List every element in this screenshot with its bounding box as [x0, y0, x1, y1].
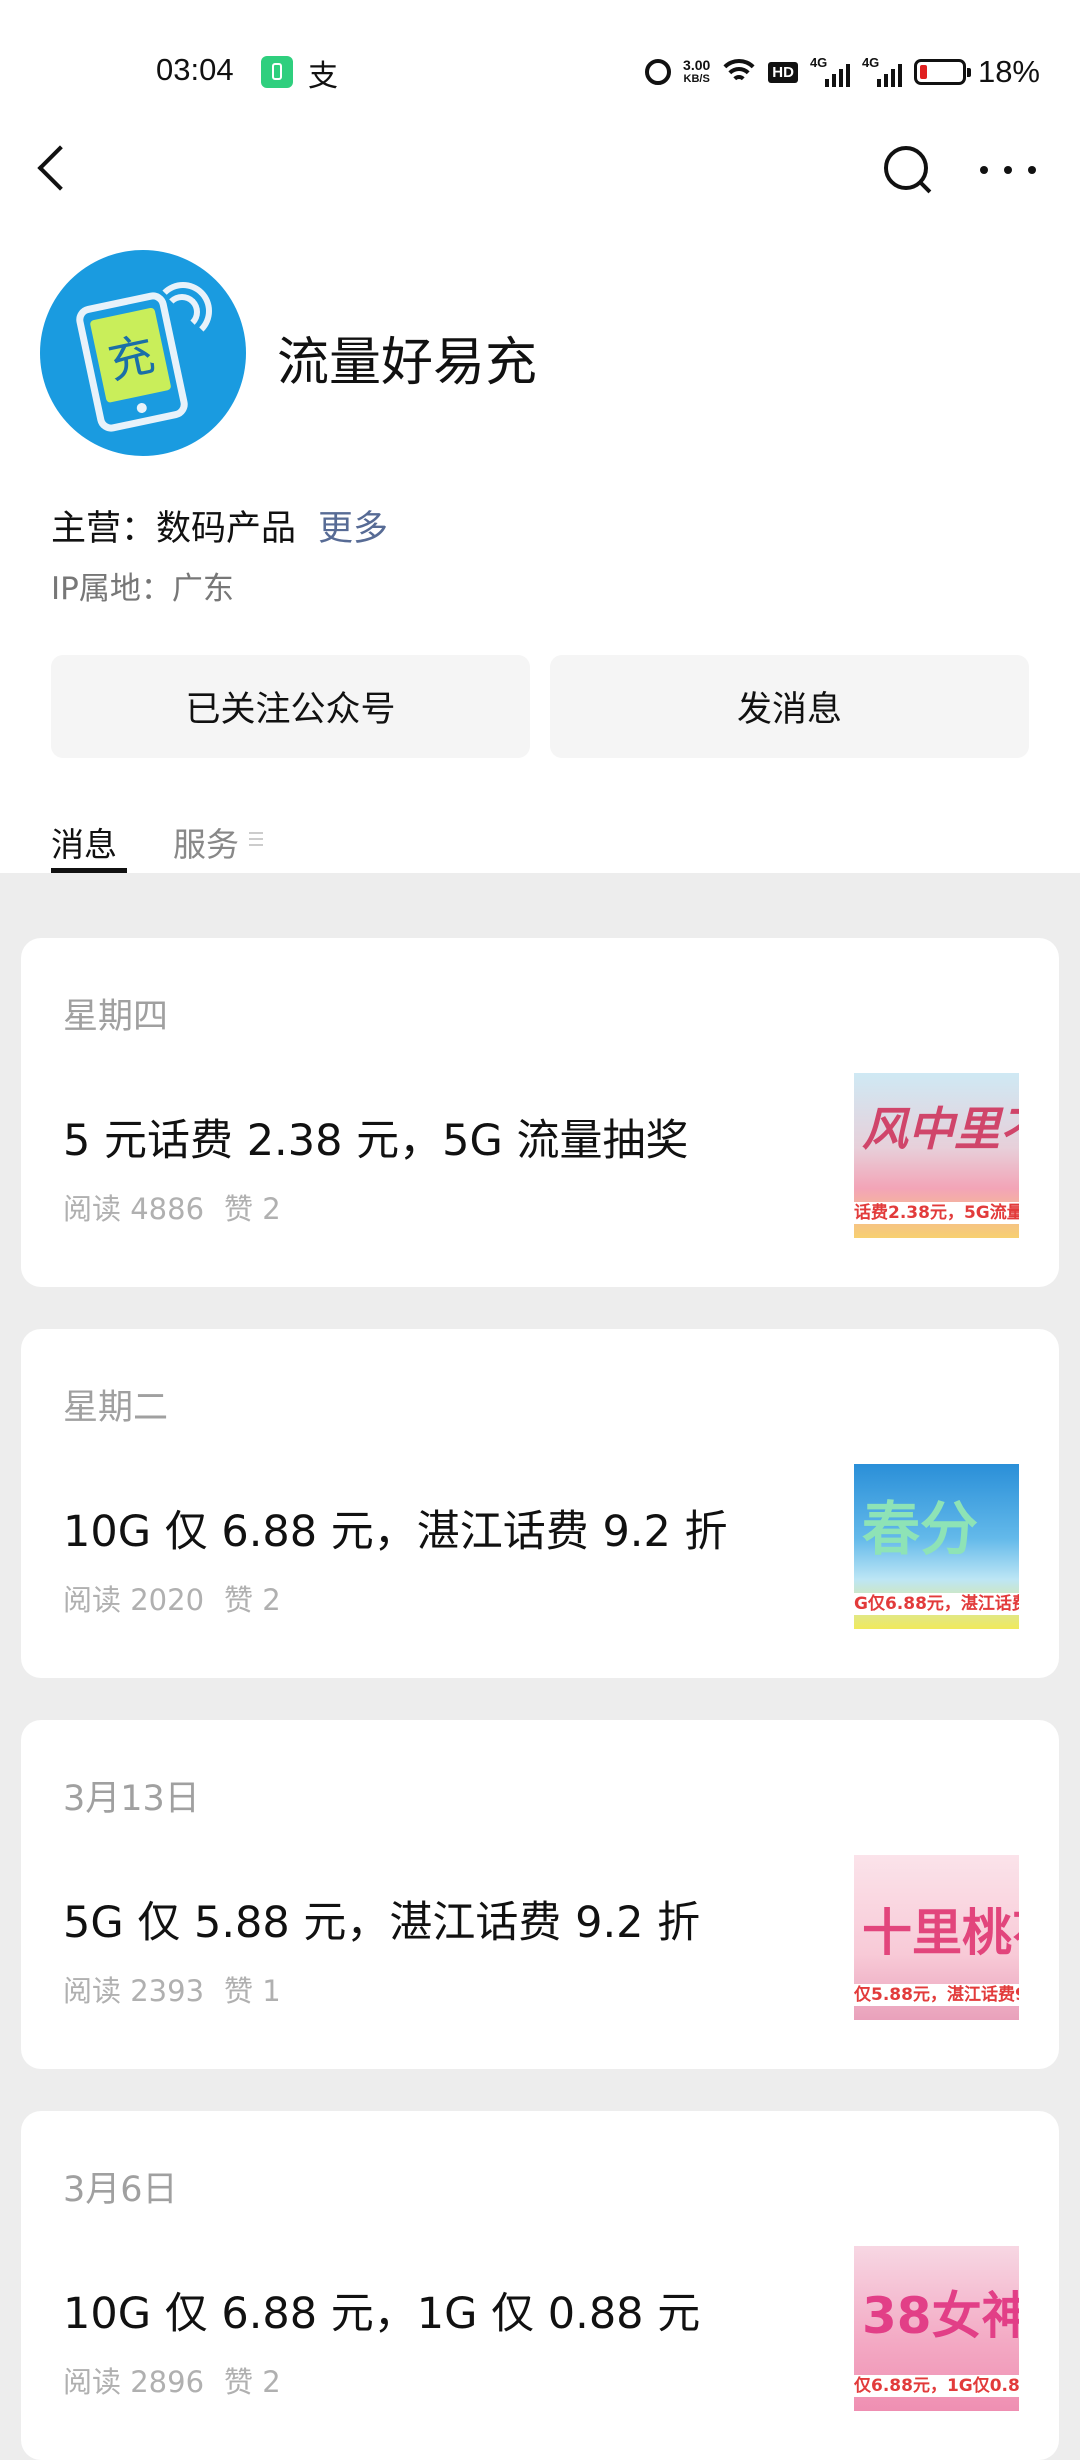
thumbnail-art-text: 风中里不如 [862, 1102, 1019, 1156]
status-icons: 3.00 KB/S HD 4G 4G 18% [645, 50, 1040, 94]
account-avatar[interactable]: 充 [40, 250, 246, 456]
business-label: 主营：数码产品 [51, 509, 297, 549]
article-date: 星期二 [63, 1388, 169, 1428]
network-speed: 3.00 KB/S [683, 58, 710, 86]
account-name: 流量好易充 [277, 333, 538, 393]
article-title[interactable]: 10G 仅 6.88 元，湛江话费 9.2 折 [63, 1497, 728, 1559]
read-count: 阅读 2896 [63, 2365, 205, 2399]
article-stats: 阅读 4886 赞 2 [63, 1186, 281, 1228]
tab-services[interactable]: 服务 [173, 818, 239, 866]
thumbnail-caption: G仅6.88元，湛江话费9. [854, 1593, 1019, 1615]
read-count: 阅读 2393 [63, 1974, 205, 2008]
back-arrow-icon[interactable] [34, 142, 74, 192]
thumbnail-caption: 仅5.88元，湛江话费9. [854, 1984, 1019, 2006]
article-thumbnail[interactable]: 38女神节 仅6.88元，1G仅0.8 [854, 2246, 1019, 2411]
network-speed-unit: KB/S [683, 73, 710, 85]
thumbnail-art-text: 38女神节 [862, 2287, 1019, 2345]
article-stats: 阅读 2393 赞 1 [63, 1968, 281, 2010]
thumbnail-art-text: 春分 [862, 1495, 979, 1563]
alarm-icon [645, 59, 672, 85]
article-title[interactable]: 5 元话费 2.38 元，5G 流量抽奖 [63, 1106, 688, 1168]
read-count: 阅读 4886 [63, 1192, 205, 1226]
battery-percent: 18% [977, 54, 1040, 89]
like-count: 赞 2 [224, 1583, 281, 1617]
search-icon[interactable] [880, 142, 936, 198]
article-title[interactable]: 5G 仅 5.88 元，湛江话费 9.2 折 [63, 1888, 700, 1950]
hd-voice-icon: HD [768, 61, 798, 83]
signal-4g-icon: 4G [862, 55, 902, 87]
like-count: 赞 2 [224, 2365, 281, 2399]
article-thumbnail[interactable]: 春分 G仅6.88元，湛江话费9. [854, 1464, 1019, 1629]
ip-location: IP属地：广东 [51, 571, 234, 607]
thumbnail-art-text: 十里桃花 [862, 1904, 1019, 1962]
wifi-icon [722, 59, 757, 85]
read-count: 阅读 2020 [63, 1583, 205, 1617]
signal-waves-icon [154, 280, 214, 340]
app-notification-icon [261, 56, 293, 88]
article-stats: 阅读 2896 赞 2 [63, 2359, 281, 2401]
menu-icon [249, 832, 263, 846]
more-dots-icon[interactable] [980, 150, 1036, 190]
article-card[interactable]: 3月6日 10G 仅 6.88 元，1G 仅 0.88 元 阅读 2896 赞 2… [21, 2111, 1059, 2460]
article-title[interactable]: 10G 仅 6.88 元，1G 仅 0.88 元 [63, 2279, 700, 2341]
article-thumbnail[interactable]: 十里桃花 仅5.88元，湛江话费9. [854, 1855, 1019, 2020]
like-count: 赞 2 [224, 1192, 281, 1226]
article-date: 3月13日 [63, 1779, 200, 1819]
followed-button[interactable]: 已关注公众号 [51, 655, 530, 758]
article-date: 星期四 [63, 997, 169, 1037]
more-link[interactable]: 更多 [318, 509, 388, 549]
send-message-button[interactable]: 发消息 [550, 655, 1029, 758]
battery-icon [913, 59, 971, 85]
signal-4g-icon: 4G [810, 55, 850, 87]
article-card[interactable]: 星期四 5 元话费 2.38 元，5G 流量抽奖 阅读 4886 赞 2 风中里不… [21, 938, 1059, 1287]
tab-active-indicator [51, 868, 127, 873]
status-bar: 03:04 支 3.00 KB/S HD 4G 4G 18% [0, 0, 1080, 140]
business-info: 主营：数码产品 更多 [51, 500, 388, 551]
article-date: 3月6日 [63, 2170, 178, 2210]
article-card[interactable]: 3月13日 5G 仅 5.88 元，湛江话费 9.2 折 阅读 2393 赞 1 … [21, 1720, 1059, 2069]
like-count: 赞 1 [224, 1974, 281, 2008]
alipay-icon: 支 [308, 59, 338, 94]
tab-messages[interactable]: 消息 [51, 818, 117, 866]
network-speed-value: 3.00 [683, 57, 711, 73]
article-stats: 阅读 2020 赞 2 [63, 1577, 281, 1619]
status-time: 03:04 [156, 52, 234, 87]
thumbnail-caption: 话费2.38元，5G流量抽 [854, 1202, 1019, 1224]
article-thumbnail[interactable]: 风中里不如 话费2.38元，5G流量抽 [854, 1073, 1019, 1238]
thumbnail-caption: 仅6.88元，1G仅0.8 [854, 2375, 1019, 2397]
article-card[interactable]: 星期二 10G 仅 6.88 元，湛江话费 9.2 折 阅读 2020 赞 2 春… [21, 1329, 1059, 1678]
